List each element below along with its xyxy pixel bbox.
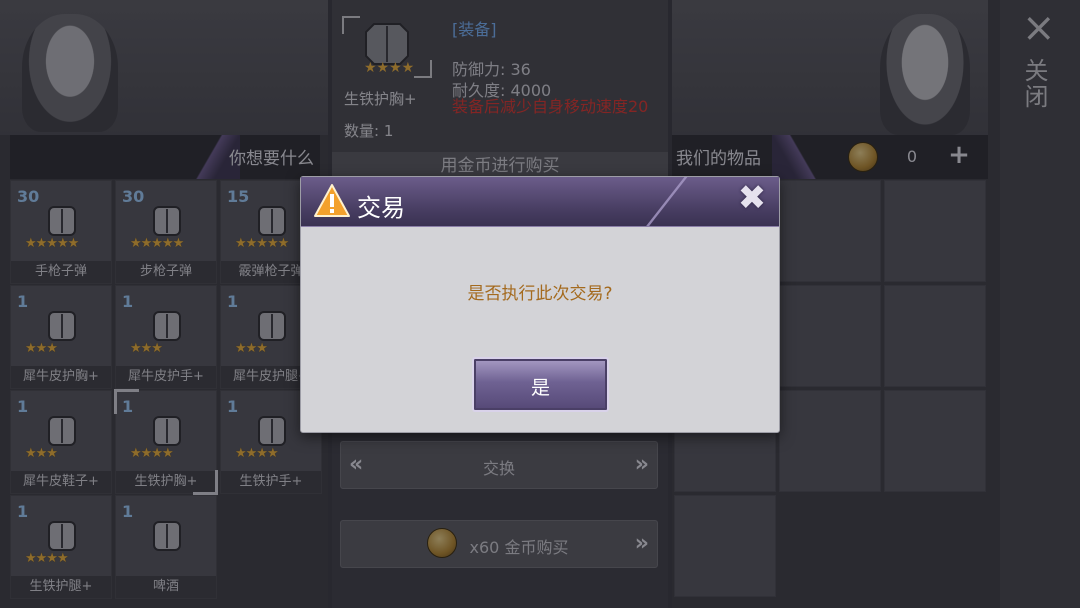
confirm-yes-button[interactable]: 是	[472, 357, 609, 412]
dialog-close-icon[interactable]: ✖	[735, 179, 769, 217]
dialog-message: 是否执行此次交易?	[467, 284, 613, 304]
trade-confirm-dialog: 交易 ✖ 是否执行此次交易? 是	[300, 176, 780, 433]
dialog-title: 交易	[357, 194, 405, 222]
confirm-yes-label: 是	[530, 377, 550, 399]
dialog-titlebar: 交易 ✖	[301, 177, 779, 227]
warning-icon	[314, 184, 350, 217]
